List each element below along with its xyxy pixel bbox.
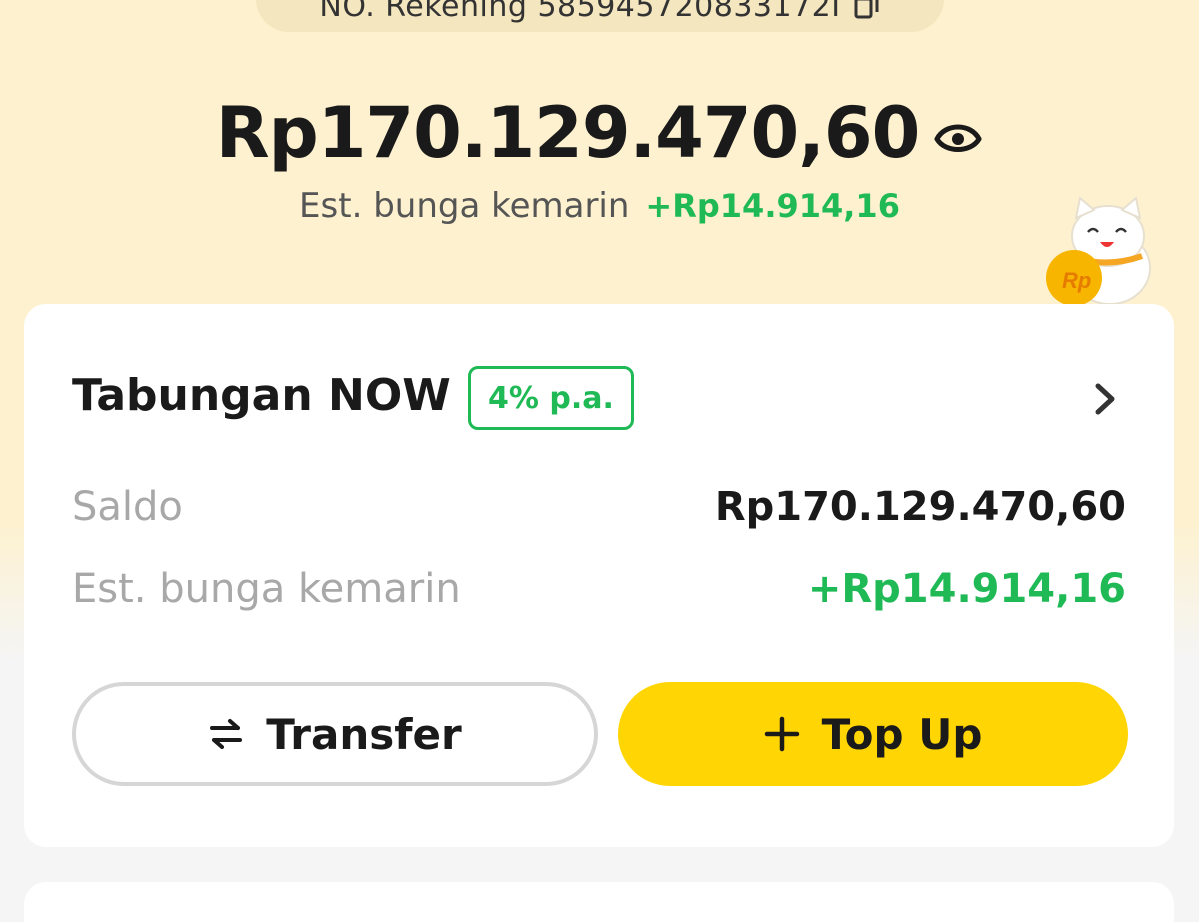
chevron-right-icon[interactable]: [1090, 382, 1120, 416]
copy-icon[interactable]: [853, 0, 881, 21]
interest-yesterday-value: +Rp14.914,16: [807, 566, 1126, 612]
eye-icon[interactable]: [933, 117, 983, 157]
lucky-cat-mascot: Rp: [1046, 196, 1151, 306]
transfer-icon: [210, 719, 243, 749]
mascot-coin-text: Rp: [1062, 268, 1091, 293]
top-up-button[interactable]: Top Up: [618, 682, 1128, 786]
interest-value: +Rp14.914,16: [645, 187, 900, 225]
account-title[interactable]: Tabungan NOW: [72, 370, 451, 421]
total-balance: Rp170.129.470,60: [215, 92, 921, 174]
interest-yesterday-label: Est. bunga kemarin: [72, 566, 461, 612]
interest-label: Est. bunga kemarin: [299, 186, 630, 226]
balance-summary: Rp170.129.470,60: [0, 92, 1199, 174]
account-number-pill[interactable]: NO. Rekening 585945720833172I: [256, 0, 944, 32]
savings-account-card: Tabungan NOW 4% p.a. Saldo Rp170.129.470…: [24, 304, 1174, 847]
saldo-label: Saldo: [72, 484, 183, 530]
account-number-text: NO. Rekening 585945720833172I: [319, 0, 841, 24]
plus-icon: [764, 716, 799, 752]
transfer-label: Transfer: [266, 709, 462, 759]
interest-rate-badge: 4% p.a.: [468, 366, 634, 430]
saldo-value: Rp170.129.470,60: [714, 484, 1126, 530]
interest-summary: Est. bunga kemarin +Rp14.914,16: [0, 186, 1199, 226]
top-up-label: Top Up: [821, 709, 983, 759]
next-card: [24, 882, 1174, 922]
transfer-button[interactable]: Transfer: [72, 682, 598, 786]
